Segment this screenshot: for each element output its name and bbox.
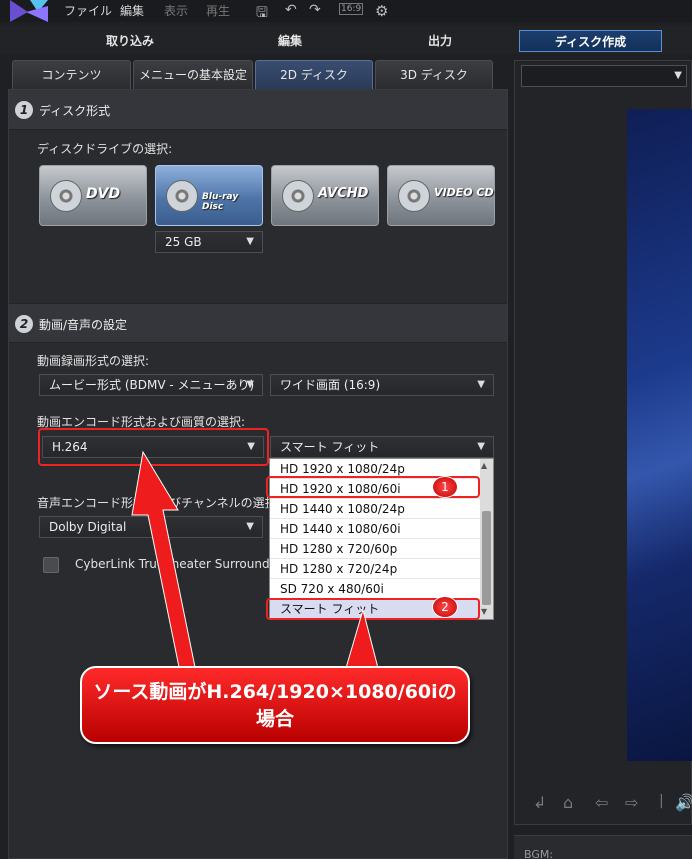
trutheater-label: CyberLink TrueTheater Surround bbox=[75, 557, 270, 571]
section-video-audio-header[interactable]: 2 動画/音声の設定 bbox=[9, 303, 507, 343]
preview-select[interactable]: ▼ bbox=[521, 65, 687, 87]
record-format-value: ムービー形式 (BDMV - メニューあり) bbox=[49, 378, 255, 392]
dvd-disc-button[interactable]: DVD bbox=[39, 165, 147, 226]
bgm-bar: BGM: bbox=[514, 835, 692, 859]
audio-format-select[interactable]: Dolby Digital ▼ bbox=[39, 516, 263, 538]
subtab-2d-disc[interactable]: 2D ディスク bbox=[255, 60, 373, 89]
scroll-up-icon[interactable]: ▲ bbox=[481, 461, 487, 470]
back-icon[interactable]: ⇦ bbox=[595, 793, 608, 812]
tab-disc-create[interactable]: ディスク作成 bbox=[519, 30, 662, 52]
audio-format-value: Dolby Digital bbox=[49, 520, 127, 534]
record-format-label: 動画録画形式の選択: bbox=[37, 354, 150, 368]
home-icon[interactable]: ⌂ bbox=[563, 793, 573, 812]
sub-tabs: コンテンツ メニューの基本設定 2D ディスク 3D ディスク bbox=[8, 60, 508, 90]
quality-select[interactable]: スマート フィット ▼ bbox=[270, 436, 494, 458]
subtab-menu-basic[interactable]: メニューの基本設定 bbox=[133, 60, 253, 89]
redo-icon[interactable]: ↷ bbox=[309, 2, 321, 18]
main-tabs: 取り込み 編集 出力 ディスク作成 bbox=[0, 26, 692, 54]
section-title: 動画/音声の設定 bbox=[39, 318, 128, 332]
menu-view[interactable]: 表示 bbox=[164, 2, 188, 19]
undo-icon[interactable]: ↶ bbox=[285, 2, 297, 18]
annotation-badge-1: 1 bbox=[432, 476, 458, 498]
dvd-logo: DVD bbox=[86, 186, 121, 202]
quality-option[interactable]: HD 1440 x 1080/24p bbox=[270, 499, 480, 519]
callout-line-1: ソース動画がH.264/1920×1080/60iの bbox=[93, 681, 457, 703]
preview-image bbox=[627, 109, 692, 761]
gear-icon[interactable]: ⚙ bbox=[375, 2, 388, 20]
save-icon[interactable]: 🖫 bbox=[256, 2, 268, 26]
chevron-down-icon: ▼ bbox=[246, 236, 254, 247]
dropdown-scrollbar[interactable]: ▲ ▼ bbox=[480, 459, 493, 619]
aspect-value: ワイド画面 (16:9) bbox=[280, 378, 381, 392]
vcd-disc-button[interactable]: VIDEO CD bbox=[387, 165, 495, 226]
disc-drive-label: ディスクドライブの選択: bbox=[37, 142, 173, 156]
tab-edit[interactable]: 編集 bbox=[220, 30, 360, 52]
audio-label: 音声エンコード形式およびチャンネルの選択: bbox=[37, 496, 281, 510]
trutheater-checkbox[interactable] bbox=[43, 557, 59, 573]
capacity-select[interactable]: 25 GB ▼ bbox=[155, 231, 263, 253]
section-disc-format-header[interactable]: 1 ディスク形式 bbox=[9, 90, 507, 130]
forward-icon[interactable]: ⇨ bbox=[625, 793, 638, 812]
disc-icon bbox=[282, 180, 314, 212]
aspect-select[interactable]: ワイド画面 (16:9) ▼ bbox=[270, 374, 494, 396]
scroll-down-icon[interactable]: ▼ bbox=[481, 607, 487, 616]
menu-file[interactable]: ファイル bbox=[64, 2, 112, 19]
vcd-logo: VIDEO CD bbox=[434, 186, 494, 199]
callout-line-2: 場合 bbox=[255, 708, 294, 730]
chevron-down-icon: ▼ bbox=[246, 521, 254, 532]
quality-value: スマート フィット bbox=[280, 440, 380, 454]
chevron-down-icon: ▼ bbox=[246, 379, 254, 390]
scrollbar-thumb[interactable] bbox=[482, 511, 491, 605]
quality-option[interactable]: HD 1440 x 1080/60i bbox=[270, 519, 480, 539]
volume-icon[interactable]: 🔊 bbox=[675, 793, 692, 812]
bluray-logo: Blu-ray Disc bbox=[202, 192, 239, 212]
disc-icon bbox=[50, 180, 82, 212]
subtab-contents[interactable]: コンテンツ bbox=[12, 60, 131, 89]
avchd-disc-button[interactable]: AVCHD bbox=[271, 165, 379, 226]
divider: | bbox=[659, 793, 664, 809]
tab-import[interactable]: 取り込み bbox=[60, 30, 200, 52]
menu-edit[interactable]: 編集 bbox=[120, 2, 144, 19]
preview-panel: ▼ ↲ ⌂ ⇦ ⇨ | 🔊 bbox=[514, 60, 692, 825]
avchd-logo: AVCHD bbox=[318, 186, 369, 201]
app-logo-icon bbox=[10, 0, 48, 22]
menu-play[interactable]: 再生 bbox=[206, 2, 230, 19]
annotation-callout: ソース動画がH.264/1920×1080/60iの 場合 bbox=[80, 666, 470, 744]
disc-icon bbox=[166, 180, 198, 212]
record-format-select[interactable]: ムービー形式 (BDMV - メニューあり) ▼ bbox=[39, 374, 263, 396]
chevron-down-icon: ▼ bbox=[674, 70, 682, 81]
capacity-value: 25 GB bbox=[165, 235, 202, 249]
subtab-3d-disc[interactable]: 3D ディスク bbox=[375, 60, 493, 89]
annotation-badge-2: 2 bbox=[432, 596, 458, 618]
quality-option[interactable]: HD 1280 x 720/60p bbox=[270, 539, 480, 559]
chevron-down-icon: ▼ bbox=[477, 379, 485, 390]
return-icon[interactable]: ↲ bbox=[533, 793, 546, 812]
bgm-label: BGM: bbox=[524, 848, 554, 859]
aspect-ratio-button[interactable]: 16:9 bbox=[339, 3, 364, 15]
app-window: ファイル 編集 表示 再生 🖫 ↶ ↷ 16:9 ⚙ 取り込み 編集 出力 ディ… bbox=[0, 0, 692, 859]
quality-option[interactable]: HD 1280 x 720/24p bbox=[270, 559, 480, 579]
menu-bar: ファイル 編集 表示 再生 🖫 ↶ ↷ 16:9 ⚙ bbox=[0, 0, 692, 22]
disc-icon bbox=[398, 180, 430, 212]
step-number-badge: 1 bbox=[15, 101, 33, 119]
step-number-badge: 2 bbox=[15, 315, 33, 333]
tab-output[interactable]: 出力 bbox=[370, 30, 510, 52]
encode-highlight-box bbox=[38, 428, 269, 466]
chevron-down-icon: ▼ bbox=[477, 441, 485, 452]
bluray-disc-button[interactable]: Blu-ray Disc bbox=[155, 165, 263, 226]
section-title: ディスク形式 bbox=[39, 104, 111, 118]
